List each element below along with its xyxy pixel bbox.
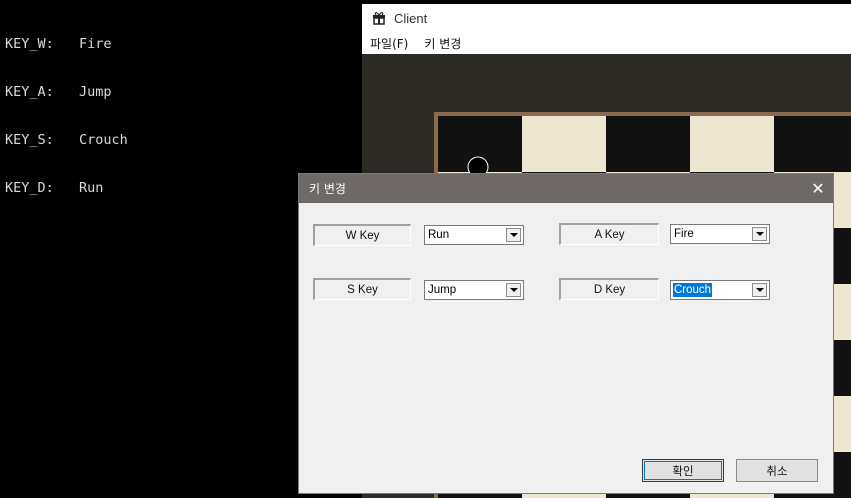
console-line-s: KEY_S: Crouch xyxy=(5,132,128,148)
key-change-dialog: 키 변경 ✕ W Key Run A Key Fire S Key Jump D… xyxy=(298,173,834,494)
client-titlebar[interactable]: Client xyxy=(362,4,851,32)
console-key: KEY_S: xyxy=(5,132,54,148)
w-key-combo[interactable]: Run xyxy=(424,225,524,245)
s-key-combo-value: Jump xyxy=(428,284,457,296)
menu-file[interactable]: 파일(F) xyxy=(370,35,408,52)
s-key-label: S Key xyxy=(313,278,411,300)
a-key-label: A Key xyxy=(559,223,659,245)
cancel-button[interactable]: 취소 xyxy=(736,459,818,482)
console-value: Jump xyxy=(79,84,112,100)
console-line-a: KEY_A: Jump xyxy=(5,84,128,100)
console-value: Run xyxy=(79,180,104,196)
a-key-combo[interactable]: Fire xyxy=(670,224,770,244)
ok-button[interactable]: 확인 xyxy=(642,459,724,482)
gift-icon xyxy=(372,11,386,25)
d-key-combo-value: Crouch xyxy=(673,283,713,297)
dialog-titlebar[interactable]: 키 변경 ✕ xyxy=(299,174,833,203)
close-icon[interactable]: ✕ xyxy=(803,174,833,203)
a-key-combo-value: Fire xyxy=(674,228,694,240)
d-key-combo[interactable]: Crouch xyxy=(670,280,770,300)
w-key-combo-value: Run xyxy=(428,229,450,241)
console-output: KEY_W: Fire KEY_A: Jump KEY_S: Crouch KEY_D… xyxy=(5,4,128,212)
console-value: Crouch xyxy=(79,132,128,148)
console-key: KEY_D: xyxy=(5,180,54,196)
chevron-down-icon[interactable] xyxy=(752,227,767,241)
w-key-label: W Key xyxy=(313,224,411,246)
chevron-down-icon[interactable] xyxy=(506,283,521,297)
chevron-down-icon[interactable] xyxy=(752,283,767,297)
console-line-w: KEY_W: Fire xyxy=(5,36,128,52)
menu-key-change[interactable]: 키 변경 xyxy=(424,35,461,52)
console-key: KEY_W: xyxy=(5,36,54,52)
client-menubar: 파일(F) 키 변경 xyxy=(362,32,851,54)
console-line-d: KEY_D: Run xyxy=(5,180,128,196)
client-title: Client xyxy=(394,10,428,26)
s-key-combo[interactable]: Jump xyxy=(424,280,524,300)
console-value: Fire xyxy=(79,36,112,52)
dialog-title: 키 변경 xyxy=(309,182,346,196)
console-key: KEY_A: xyxy=(5,84,54,100)
chevron-down-icon[interactable] xyxy=(506,228,521,242)
d-key-label: D Key xyxy=(559,278,659,300)
